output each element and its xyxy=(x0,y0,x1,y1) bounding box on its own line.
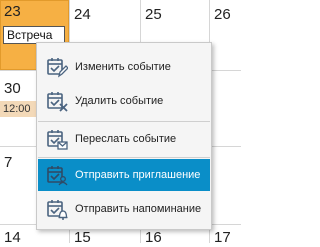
menu-item-label: Отправить приглашение xyxy=(75,169,201,181)
menu-item-send-invitation[interactable]: Отправить приглашение xyxy=(38,159,210,191)
day-number[interactable]: 17 xyxy=(214,229,231,247)
day-number[interactable]: 23 xyxy=(4,3,21,21)
day-number[interactable]: 24 xyxy=(74,6,91,24)
day-number[interactable]: 7 xyxy=(4,154,12,172)
day-number[interactable]: 30 xyxy=(4,80,21,98)
time-event-chip[interactable]: 12:00 xyxy=(0,101,40,117)
menu-item-label: Переслать событие xyxy=(75,133,177,145)
calendar-invite-icon xyxy=(47,166,68,186)
day-number[interactable]: 15 xyxy=(74,229,91,247)
menu-item-delete-event[interactable]: Удалить событие xyxy=(38,85,210,117)
day-number[interactable]: 26 xyxy=(214,6,231,24)
calendar-delete-icon xyxy=(47,92,68,112)
context-menu: Изменить событие Удалить событие Пересла… xyxy=(36,42,212,230)
day-number[interactable]: 14 xyxy=(4,229,21,247)
menu-item-label: Удалить событие xyxy=(75,95,164,107)
menu-item-label: Отправить напоминание xyxy=(75,203,202,215)
day-number[interactable]: 25 xyxy=(145,6,162,24)
calendar-reminder-icon xyxy=(47,200,68,220)
calendar-forward-icon xyxy=(47,130,68,150)
menu-separator xyxy=(38,121,210,122)
day-number[interactable]: 16 xyxy=(145,229,162,247)
menu-item-label: Изменить событие xyxy=(75,61,171,73)
menu-item-forward-event[interactable]: Переслать событие xyxy=(38,123,210,155)
menu-item-send-reminder[interactable]: Отправить напоминание xyxy=(38,193,210,225)
menu-separator xyxy=(38,157,210,158)
calendar-edit-icon xyxy=(47,58,68,78)
menu-item-edit-event[interactable]: Изменить событие xyxy=(38,51,210,83)
